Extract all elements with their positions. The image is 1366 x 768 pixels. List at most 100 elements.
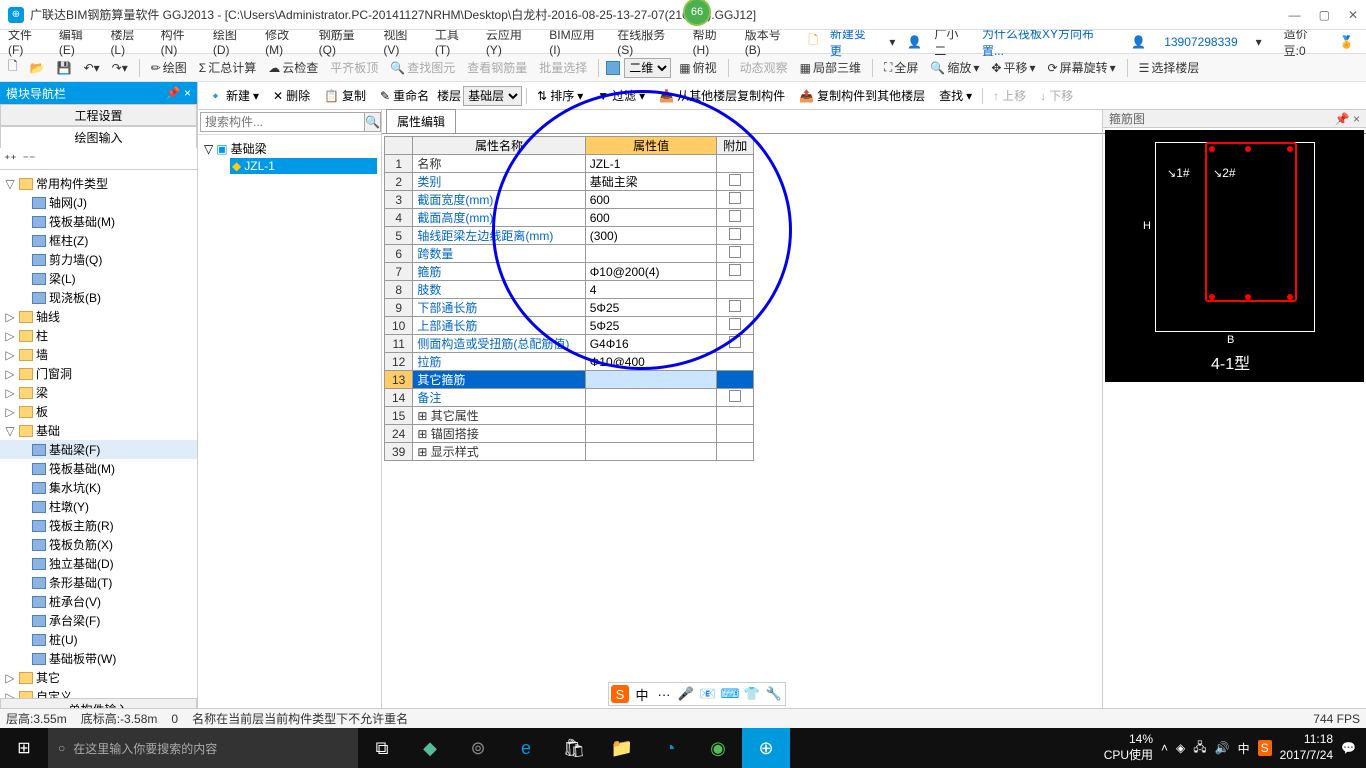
property-row[interactable]: 2类别基础主梁 <box>385 173 754 191</box>
store-icon[interactable]: 🛍 <box>550 728 598 768</box>
app-icon-3[interactable]: ◔ <box>646 728 694 768</box>
pan-btn[interactable]: ✥平移▾ <box>987 57 1039 78</box>
move-down-btn[interactable]: ↓下移 <box>1034 85 1079 106</box>
tree-item[interactable]: 基础板带(W) <box>0 649 197 668</box>
property-row[interactable]: 1名称JZL-1 <box>385 155 754 173</box>
select-floor-btn[interactable]: ☰选择楼层 <box>1135 57 1204 78</box>
property-row[interactable]: 6跨数量 <box>385 245 754 263</box>
pin-icon[interactable]: 📌 <box>166 86 181 100</box>
property-row[interactable]: 7箍筋Φ10@200(4) <box>385 263 754 281</box>
tray-vol-icon[interactable]: 🔊 <box>1215 741 1230 755</box>
tree-item[interactable]: ▷自定义 <box>0 687 197 698</box>
tree-item[interactable]: 独立基础(D) <box>0 554 197 573</box>
property-row[interactable]: 4截面高度(mm)600 <box>385 209 754 227</box>
tree-item[interactable]: ▷轴线 <box>0 307 197 326</box>
zoom-btn[interactable]: 🔍缩放▾ <box>926 57 983 78</box>
copy-from-btn[interactable]: 📥从其他楼层复制构件 <box>653 85 791 106</box>
tree-item[interactable]: 筏板负筋(X) <box>0 535 197 554</box>
collapse-icon[interactable]: ⁻⁻ <box>23 152 36 166</box>
maximize-icon[interactable]: ▢ <box>1319 8 1330 22</box>
top-view-btn[interactable]: ▦俯视 <box>675 57 720 78</box>
tray-ime-icon[interactable]: 中 <box>1238 740 1250 757</box>
tree-item[interactable]: 条形基础(T) <box>0 573 197 592</box>
ime-skin-icon[interactable]: 👕 <box>743 685 761 703</box>
tree-item[interactable]: ▷柱 <box>0 326 197 345</box>
property-tab[interactable]: 属性编辑 <box>386 109 456 133</box>
start-button[interactable]: ⊞ <box>0 728 48 768</box>
close-panel-icon[interactable]: × <box>184 86 191 100</box>
edge-icon[interactable]: e <box>502 728 550 768</box>
rotate-btn[interactable]: ⟳屏幕旋转▾ <box>1044 57 1120 78</box>
tree-item[interactable]: ▷梁 <box>0 383 197 402</box>
new-file-icon[interactable]: 🗋 <box>4 55 22 80</box>
tree-item[interactable]: 基础梁(F) <box>0 440 197 459</box>
app-icon-2[interactable]: ⊚ <box>454 728 502 768</box>
ime-tool-icon[interactable]: 🔧 <box>765 685 783 703</box>
tab-project-settings[interactable]: 工程设置 <box>0 104 197 126</box>
tree-item[interactable]: ▷其它 <box>0 668 197 687</box>
filter-btn[interactable]: ▼过滤▾ <box>591 85 651 106</box>
component-tree[interactable]: ▽常用构件类型轴网(J)筏板基础(M)框柱(Z)剪力墙(Q)梁(L)现浇板(B)… <box>0 170 197 698</box>
property-row[interactable]: 9下部通长筋5Φ25 <box>385 299 754 317</box>
property-row[interactable]: 13其它箍筋 <box>385 371 754 389</box>
tree-item[interactable]: 集水坑(K) <box>0 478 197 497</box>
tray-up-icon[interactable]: ˄ <box>1161 741 1168 755</box>
redo-icon[interactable]: ↷▾ <box>108 59 132 77</box>
search-input[interactable] <box>200 112 365 132</box>
save-icon[interactable]: 💾 <box>53 59 76 77</box>
tree-item[interactable]: ▽基础 <box>0 421 197 440</box>
folder-icon[interactable]: 📁 <box>598 728 646 768</box>
delete-btn[interactable]: ✕删除 <box>267 85 316 106</box>
ime-logo-icon[interactable]: S <box>611 685 629 703</box>
tree-item[interactable]: 现浇板(B) <box>0 288 197 307</box>
tree-item[interactable]: ▷墙 <box>0 345 197 364</box>
ime-keyboard-icon[interactable]: 📧 <box>699 685 717 703</box>
open-icon[interactable]: 📂 <box>26 59 49 77</box>
tree-item[interactable]: 筏板基础(M) <box>0 212 197 231</box>
tree-item[interactable]: 框柱(Z) <box>0 231 197 250</box>
ime-toolbar[interactable]: S 中 ··· 🎤 📧 ⌨ 👕 🔧 <box>608 682 786 706</box>
tree-item[interactable]: 剪力墙(Q) <box>0 250 197 269</box>
tree-item[interactable]: 筏板主筋(R) <box>0 516 197 535</box>
tree-item[interactable]: 筏板基础(M) <box>0 459 197 478</box>
find-element-btn[interactable]: 🔍查找图元 <box>386 57 459 78</box>
fullscreen-btn[interactable]: ⛶全屏 <box>880 57 922 78</box>
ime-cn[interactable]: 中 <box>633 685 651 703</box>
ime-soft-icon[interactable]: ⌨ <box>721 685 739 703</box>
move-up-btn[interactable]: ↑上移 <box>987 85 1032 106</box>
tree-item[interactable]: 桩(U) <box>0 630 197 649</box>
local3d-btn[interactable]: ▦局部三维 <box>796 57 865 78</box>
property-row[interactable]: 8肢数4 <box>385 281 754 299</box>
tray-sogou-icon[interactable]: S <box>1258 740 1272 756</box>
tree-item[interactable]: 承台梁(F) <box>0 611 197 630</box>
undo-icon[interactable]: ↶▾ <box>80 59 104 77</box>
property-row[interactable]: 5轴线距梁左边线距离(mm)(300) <box>385 227 754 245</box>
cloud-check-btn[interactable]: ☁云检查 <box>264 57 322 78</box>
property-row[interactable]: 39⊞ 显示样式 <box>385 443 754 461</box>
tray-net-icon[interactable]: 🖧 <box>1193 738 1206 759</box>
app-icon-1[interactable]: ◆ <box>406 728 454 768</box>
tree-item-jzl1[interactable]: ◆JZL-1 <box>230 158 377 174</box>
ime-mic-icon[interactable]: 🎤 <box>677 685 695 703</box>
property-row[interactable]: 14备注 <box>385 389 754 407</box>
view-rebar-btn[interactable]: 查看钢筋量 <box>463 57 531 78</box>
minimize-icon[interactable]: — <box>1289 8 1301 22</box>
property-row[interactable]: 12拉筋Φ10@400 <box>385 353 754 371</box>
floor-select[interactable]: 基础层 <box>463 86 522 106</box>
view-icon[interactable] <box>606 61 620 75</box>
draw-btn[interactable]: ✏绘图 <box>147 57 191 78</box>
task-view-icon[interactable]: ⧉ <box>358 728 406 768</box>
search-icon[interactable]: 🔍 <box>365 112 381 132</box>
tree-item[interactable]: 轴网(J) <box>0 193 197 212</box>
tree-item[interactable]: ▷板 <box>0 402 197 421</box>
sort-btn[interactable]: ⇅排序▾ <box>531 85 589 106</box>
sum-btn[interactable]: Σ 汇总计算 <box>195 57 260 78</box>
view-mode-select[interactable]: 二维 <box>624 58 671 78</box>
new-component-btn[interactable]: 🔹新建▾ <box>202 85 265 106</box>
copy-to-btn[interactable]: 📤复制构件到其他楼层 <box>793 85 931 106</box>
tab-draw-input[interactable]: 绘图输入 <box>0 126 197 148</box>
batch-select-btn[interactable]: 批量选择 <box>535 57 591 78</box>
expand-icon[interactable]: ⁺⁺ <box>4 152 17 166</box>
rename-btn[interactable]: ✎重命名 <box>374 85 435 106</box>
align-btn[interactable]: 平齐板顶 <box>326 57 382 78</box>
